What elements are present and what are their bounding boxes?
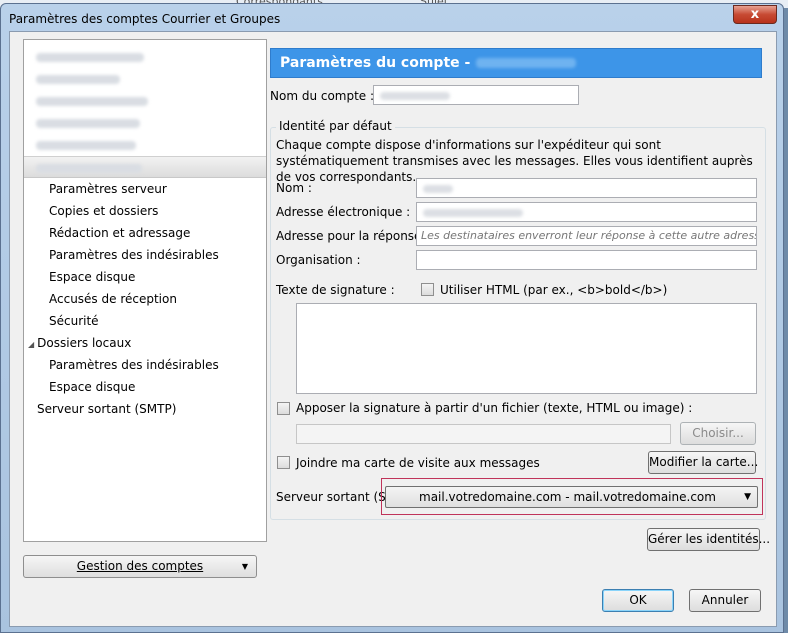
signature-file-input[interactable] xyxy=(296,424,671,444)
account-item-selected[interactable] xyxy=(24,156,266,178)
organisation-label: Organisation : xyxy=(276,253,361,267)
chevron-down-icon: ▼ xyxy=(744,492,751,502)
account-item[interactable] xyxy=(24,112,266,134)
signature-label: Texte de signature : xyxy=(276,283,395,297)
account-item[interactable] xyxy=(24,90,266,112)
name-input[interactable] xyxy=(416,178,757,198)
chevron-down-icon: ▼ xyxy=(241,562,248,571)
cancel-button[interactable]: Annuler xyxy=(689,589,761,612)
manage-identities-button[interactable]: Gérer les identités... xyxy=(647,528,770,551)
choose-file-button[interactable]: Choisir... xyxy=(680,422,756,445)
tree-item-securite[interactable]: Sécurité xyxy=(24,310,266,332)
account-item[interactable] xyxy=(24,134,266,156)
tree-item-local-indesirables[interactable]: Paramètres des indésirables xyxy=(24,354,266,376)
account-item[interactable] xyxy=(24,46,266,68)
account-tree[interactable]: Paramètres serveur Copies et dossiers Ré… xyxy=(23,39,267,542)
close-button[interactable]: x xyxy=(733,5,777,24)
vcard-label: Joindre ma carte de visite aux messages xyxy=(296,456,540,470)
gestion-label: Gestion des comptes xyxy=(76,559,204,573)
identity-group-title: Identité par défaut xyxy=(276,119,395,133)
email-label: Adresse électronique : xyxy=(276,205,411,219)
email-input[interactable] xyxy=(416,202,757,222)
signature-textarea[interactable] xyxy=(296,303,757,394)
tree-item-espace-disque[interactable]: Espace disque xyxy=(24,266,266,288)
signature-file-checkbox[interactable] xyxy=(277,402,290,415)
reply-to-label: Adresse pour la réponse : xyxy=(276,229,430,243)
account-item[interactable] xyxy=(24,68,266,90)
name-label: Nom : xyxy=(276,181,312,195)
ok-button[interactable]: OK xyxy=(602,589,674,612)
edit-card-button[interactable]: Modifier la carte... xyxy=(648,451,758,474)
reply-to-input[interactable]: Les destinataires enverront leur réponse… xyxy=(416,226,757,246)
settings-window: Paramètres des comptes Courrier et Group… xyxy=(0,3,784,633)
expand-triangle-icon[interactable]: ◢ xyxy=(28,340,34,349)
organisation-input[interactable] xyxy=(416,250,757,270)
account-actions-button[interactable]: Gestion des comptes ▼ xyxy=(23,555,257,578)
close-icon: x xyxy=(750,7,760,22)
tree-item-smtp[interactable]: Serveur sortant (SMTP) xyxy=(24,398,266,420)
window-title: Paramètres des comptes Courrier et Group… xyxy=(9,12,281,26)
signature-file-label: Apposer la signature à partir d'un fichi… xyxy=(296,401,693,415)
tree-item-indesirables[interactable]: Paramètres des indésirables xyxy=(24,244,266,266)
dialog-client: Paramètres serveur Copies et dossiers Ré… xyxy=(9,31,777,627)
tree-item-accuses-reception[interactable]: Accusés de réception xyxy=(24,288,266,310)
use-html-label: Utiliser HTML (par ex., <b>bold</b>) xyxy=(440,283,668,297)
account-name-label: Nom du compte : xyxy=(270,89,375,103)
smtp-select-value: mail.votredomaine.com - mail.votredomain… xyxy=(419,490,716,504)
vcard-checkbox[interactable] xyxy=(277,456,290,469)
tree-item-copies-dossiers[interactable]: Copies et dossiers xyxy=(24,200,266,222)
panel-header: Paramètres du compte - xyxy=(270,48,762,78)
smtp-select[interactable]: mail.votredomaine.com - mail.votredomain… xyxy=(385,486,758,508)
tree-item-parametres-serveur[interactable]: Paramètres serveur xyxy=(24,178,266,200)
use-html-checkbox[interactable] xyxy=(421,283,434,296)
account-name-input[interactable] xyxy=(373,85,579,105)
tree-item-dossiers-locaux[interactable]: ◢ Dossiers locaux xyxy=(24,332,266,354)
tree-item-local-espace-disque[interactable]: Espace disque xyxy=(24,376,266,398)
tree-item-redaction-adressage[interactable]: Rédaction et adressage xyxy=(24,222,266,244)
